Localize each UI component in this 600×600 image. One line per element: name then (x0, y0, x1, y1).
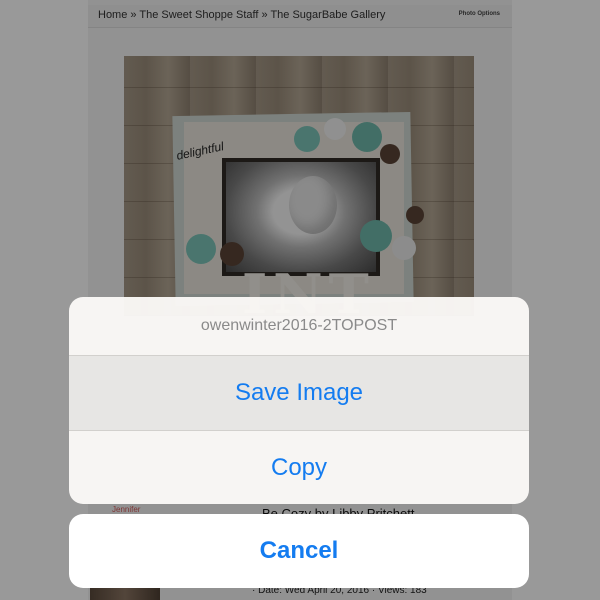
action-sheet: owenwinter2016-2TOPOST Save Image Copy (69, 297, 529, 504)
copy-button[interactable]: Copy (69, 430, 529, 504)
save-image-button[interactable]: Save Image (69, 355, 529, 430)
action-sheet-title: owenwinter2016-2TOPOST (200, 317, 398, 334)
cancel-button[interactable]: Cancel (69, 514, 529, 588)
